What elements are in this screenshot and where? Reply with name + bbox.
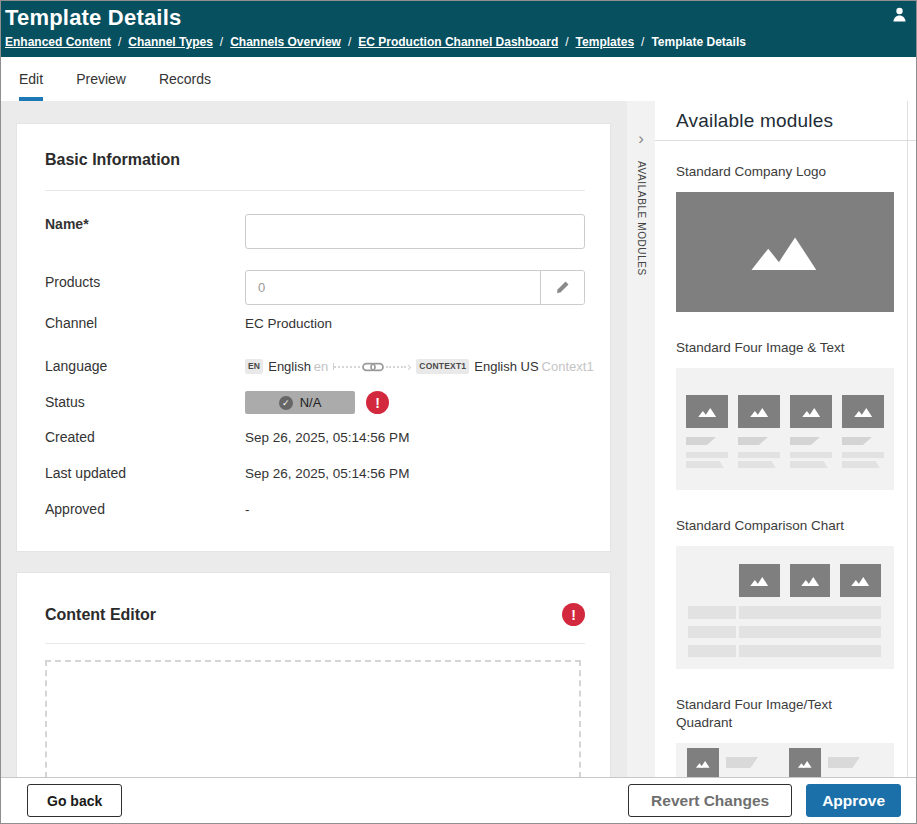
name-label: Name* [45,217,245,232]
pencil-icon [555,280,570,295]
breadcrumb-templates[interactable]: Templates [576,35,634,49]
collapse-chevron-icon: › [638,131,644,147]
breadcrumb-enhanced-content[interactable]: Enhanced Content [5,35,111,49]
name-input[interactable] [245,214,585,249]
template-details-page: Template Details Enhanced Content / Chan… [0,0,917,824]
link-icon [362,361,384,373]
breadcrumb-ec-production-channel-dashboard[interactable]: EC Production Channel Dashboard [358,35,558,49]
footer-bar: Go back Revert Changes Approve [1,777,916,823]
available-modules-title: Available modules [676,110,833,132]
channel-value: EC Production [245,316,332,331]
created-label: Created [45,430,245,445]
divider [45,643,585,644]
modules-list: Standard Company Logo Standard Four Imag… [655,141,916,777]
page-body: Basic Information Name* Products [1,101,916,777]
created-row: Created Sep 26, 2025, 05:14:56 PM [45,430,585,445]
module-standard-company-logo[interactable]: Standard Company Logo [676,163,916,312]
basic-information-title: Basic Information [45,150,585,170]
module-label: Standard Comparison Chart [676,517,881,535]
tab-records[interactable]: Records [159,57,211,101]
edit-products-button[interactable] [540,271,584,304]
module-thumbnail [676,743,894,777]
language-label: Language [45,359,245,374]
name-row: Name* [45,214,585,249]
module-standard-four-image-text-quadrant[interactable]: Standard Four Image/Text Quadrant [676,696,916,777]
content-editor-card: Content Editor ! [16,572,611,777]
status-error-icon: ! [366,391,389,414]
available-modules-panel: Available modules Standard Company Logo … [655,101,916,777]
language-code-badge: EN [245,359,263,374]
revert-changes-button[interactable]: Revert Changes [628,784,792,817]
module-label: Standard Company Logo [676,163,881,181]
module-standard-comparison-chart[interactable]: Standard Comparison Chart [676,517,916,669]
content-editor-title: Content Editor [45,605,156,625]
main-content: Basic Information Name* Products [1,101,627,777]
breadcrumb-current: Template Details [651,35,745,49]
language-target-locale: Context1 [542,359,594,374]
app-header: Template Details Enhanced Content / Chan… [1,1,916,57]
language-link-connector: › [333,361,411,373]
breadcrumb: Enhanced Content / Channel Types / Chann… [5,35,906,49]
approved-row: Approved - [45,502,585,517]
breadcrumb-separator: / [220,35,223,49]
products-input[interactable] [246,271,540,304]
context-badge: CONTEXT1 [416,359,469,374]
module-label: Standard Four Image/Text Quadrant [676,696,881,732]
content-editor-error-icon: ! [562,603,585,626]
arrow-icon: › [407,362,411,372]
breadcrumb-separator: / [348,35,351,49]
last-updated-value: Sep 26, 2025, 05:14:56 PM [245,466,409,481]
module-label: Standard Four Image & Text [676,339,881,357]
channel-row: Channel EC Production [45,316,585,331]
language-value: EN English en › CONTEXT1 English US Cont [245,359,594,374]
created-value: Sep 26, 2025, 05:14:56 PM [245,430,409,445]
products-row: Products [45,270,585,305]
basic-information-card: Basic Information Name* Products [16,123,611,552]
language-row: Language EN English en › CONTEXT1 [45,359,585,374]
approve-button[interactable]: Approve [806,784,901,817]
check-icon: ✓ [279,396,293,410]
image-placeholder-icon [747,234,823,270]
language-source-name: English [268,359,311,374]
status-label: Status [45,395,245,410]
module-thumbnail [676,192,894,312]
breadcrumb-separator: / [641,35,644,49]
language-source-locale: en [314,359,328,374]
breadcrumb-channels-overview[interactable]: Channels Overview [230,35,341,49]
modules-collapse-strip[interactable]: › AVAILABLE MODULES [627,101,655,777]
module-standard-four-image-text[interactable]: Standard Four Image & Text [676,339,916,490]
status-value: N/A [300,395,322,410]
breadcrumb-channel-types[interactable]: Channel Types [128,35,212,49]
collapse-strip-label: AVAILABLE MODULES [636,161,647,276]
approved-value: - [245,502,250,517]
tab-edit[interactable]: Edit [19,57,43,101]
last-updated-row: Last updated Sep 26, 2025, 05:14:56 PM [45,466,585,481]
language-target-name: English US [474,359,538,374]
tab-bar: Edit Preview Records [1,57,916,101]
breadcrumb-separator: / [565,35,568,49]
module-thumbnail [676,546,894,669]
products-label: Products [45,275,245,290]
status-row: Status ✓ N/A ! [45,391,585,414]
content-editor-dropzone[interactable] [45,660,581,777]
user-icon[interactable] [891,6,908,23]
last-updated-label: Last updated [45,466,245,481]
breadcrumb-separator: / [118,35,121,49]
divider [45,190,585,191]
products-input-group [245,270,585,305]
approved-label: Approved [45,502,245,517]
page-title: Template Details [5,4,906,32]
go-back-button[interactable]: Go back [27,784,122,817]
tab-preview[interactable]: Preview [76,57,126,101]
channel-label: Channel [45,316,245,331]
status-badge: ✓ N/A [245,391,355,414]
module-thumbnail [676,368,894,490]
